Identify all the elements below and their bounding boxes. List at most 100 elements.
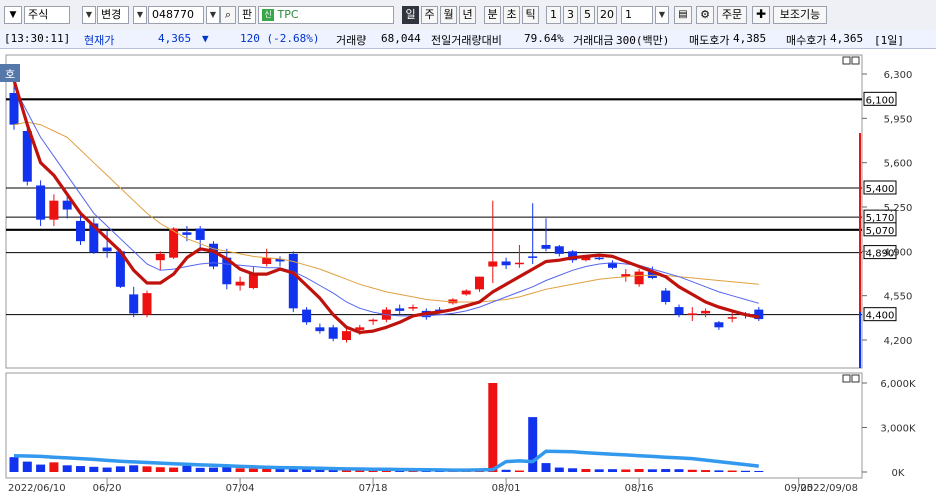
- down-arrow-icon: ▼: [202, 32, 209, 45]
- date-axis-label: 08/16: [625, 483, 654, 494]
- order-button[interactable]: 주문: [717, 6, 747, 24]
- trade-amount-label: 거래대금: [573, 34, 614, 47]
- volume-bar: [661, 469, 671, 472]
- aux-functions-button[interactable]: 보조기능: [773, 6, 827, 24]
- volume-bar: [554, 467, 564, 472]
- candle-body: [182, 232, 192, 235]
- market-select[interactable]: 주식: [24, 6, 70, 24]
- code-list-icon[interactable]: ▼: [206, 6, 220, 24]
- volume-bar: [754, 470, 764, 472]
- price-axis-label: 4,900: [884, 247, 913, 258]
- volume-bar: [541, 463, 551, 472]
- date-axis-label: 07/18: [359, 483, 388, 494]
- candle-body: [488, 261, 498, 267]
- date-axis-label: 2022/06/10: [8, 483, 66, 494]
- volume-bar: [142, 466, 152, 472]
- toolbar: ▼ 주식 ▼ 변경 ▼ 048770 ▼ ⌕ 판 신 TPC 일 주 월 년 분…: [0, 0, 936, 31]
- quote-ticker: [13:30:11] 현재가 4,365 ▼ 120 (-2.68%) 거래량 …: [0, 30, 936, 49]
- price-panel: [5, 54, 863, 369]
- volume-minimize-icon[interactable]: [842, 374, 851, 383]
- stock-code-input[interactable]: 048770: [148, 6, 204, 24]
- candle-body: [714, 322, 724, 328]
- candle-body: [674, 307, 684, 315]
- period-minute-button[interactable]: 분: [484, 6, 501, 24]
- volume-value: 68,044: [381, 32, 421, 45]
- interval-20-button[interactable]: 20: [597, 6, 617, 24]
- candle-body: [701, 310, 711, 314]
- ask-price: 4,385: [733, 32, 767, 45]
- volume-bar: [714, 470, 724, 472]
- change-button[interactable]: 변경: [97, 6, 129, 24]
- candle-body: [461, 290, 471, 295]
- volume-axis-label: 6,000K: [880, 379, 916, 390]
- volume-axis-label: 3,000K: [880, 424, 916, 435]
- candle-body: [342, 331, 351, 340]
- sell-label: 판: [238, 6, 256, 24]
- volume-bar: [621, 469, 631, 472]
- volume-bar: [169, 467, 179, 472]
- interval-1-button[interactable]: 1: [546, 6, 561, 24]
- volume-bar: [182, 465, 192, 472]
- volume-bar: [568, 468, 578, 472]
- volume-bar: [687, 469, 697, 472]
- code-history-icon[interactable]: ▼: [133, 6, 147, 24]
- period-month-button[interactable]: 월: [440, 6, 457, 24]
- volume-bar: [647, 469, 657, 472]
- date-axis-label: 06/20: [93, 483, 122, 494]
- stock-name: TPC: [277, 8, 299, 21]
- volume-bar: [581, 469, 591, 472]
- candle-body: [634, 271, 644, 285]
- count-dropdown-icon[interactable]: ▼: [655, 6, 669, 24]
- gear-icon[interactable]: ⚙: [696, 6, 714, 24]
- period-unit: [1일]: [874, 34, 904, 47]
- period-tick-button[interactable]: 틱: [522, 6, 539, 24]
- volume-bar: [594, 469, 604, 472]
- count-input[interactable]: 1: [621, 6, 653, 24]
- price-level-label: 6,100: [866, 95, 895, 106]
- quote-badge-text: 호: [5, 68, 15, 81]
- volume-bar: [608, 469, 617, 472]
- candle-body: [528, 256, 538, 258]
- volume-bar: [248, 468, 258, 472]
- volume-bar: [488, 383, 498, 472]
- volume-bar: [115, 466, 125, 472]
- period-day-button[interactable]: 일: [402, 6, 419, 24]
- trade-amount: 300(백만): [616, 34, 670, 47]
- save-icon[interactable]: ▤: [674, 6, 692, 24]
- volume-bar: [195, 467, 205, 472]
- volume-bar: [89, 466, 99, 472]
- volume-bar: [9, 457, 19, 472]
- period-second-button[interactable]: 초: [503, 6, 520, 24]
- volume-bar: [49, 462, 59, 472]
- candle-body: [102, 247, 112, 252]
- candle-body: [142, 293, 152, 315]
- period-week-button[interactable]: 주: [421, 6, 438, 24]
- dropdown-arrow-icon[interactable]: ▼: [4, 6, 22, 24]
- volume-close-icon[interactable]: [851, 374, 860, 383]
- panel-close-icon[interactable]: [851, 56, 860, 65]
- current-price-label: 현재가: [84, 34, 115, 47]
- price-level-label: 5,400: [866, 184, 895, 195]
- search-icon[interactable]: ⌕: [220, 6, 236, 24]
- quote-time: [13:30:11]: [4, 32, 71, 45]
- price-axis-label: 6,300: [884, 70, 913, 81]
- code-dropdown-icon[interactable]: ▼: [82, 6, 96, 24]
- candle-body: [368, 319, 378, 322]
- crosshair-icon[interactable]: ✚: [752, 6, 770, 24]
- period-year-button[interactable]: 년: [459, 6, 476, 24]
- volume-bar: [76, 466, 85, 472]
- candle-body: [514, 262, 524, 265]
- volume-label: 거래량: [336, 34, 367, 47]
- candle-body: [22, 131, 32, 182]
- volume-bar: [235, 468, 245, 472]
- ask-label: 매도호가: [689, 34, 730, 47]
- interval-5-button[interactable]: 5: [580, 6, 595, 24]
- interval-3-button[interactable]: 3: [563, 6, 578, 24]
- volume-bar: [727, 470, 737, 472]
- candle-body: [49, 200, 59, 220]
- candle-body: [328, 327, 338, 339]
- panel-minimize-icon[interactable]: [842, 56, 851, 65]
- stock-chart[interactable]: 6,1005,4005,1705,0704,8904,400 6,3005,95…: [0, 48, 936, 500]
- volume-bar: [102, 467, 112, 472]
- candle-body: [195, 228, 205, 240]
